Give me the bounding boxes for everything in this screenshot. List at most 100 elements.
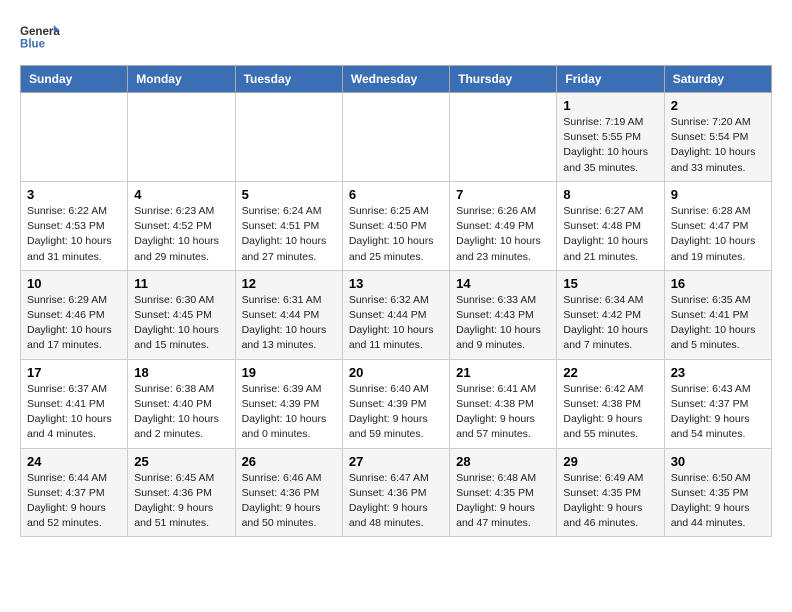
svg-text:Blue: Blue <box>20 38 46 50</box>
day-number: 29 <box>563 454 657 469</box>
day-info: Sunrise: 6:29 AM Sunset: 4:46 PM Dayligh… <box>27 293 121 354</box>
day-info: Sunrise: 6:44 AM Sunset: 4:37 PM Dayligh… <box>27 471 121 532</box>
day-info: Sunrise: 6:48 AM Sunset: 4:35 PM Dayligh… <box>456 471 550 532</box>
calendar-day-cell: 5Sunrise: 6:24 AM Sunset: 4:51 PM Daylig… <box>235 181 342 270</box>
day-info: Sunrise: 6:35 AM Sunset: 4:41 PM Dayligh… <box>671 293 765 354</box>
calendar-header-row: SundayMondayTuesdayWednesdayThursdayFrid… <box>21 66 772 93</box>
day-info: Sunrise: 6:25 AM Sunset: 4:50 PM Dayligh… <box>349 204 443 265</box>
day-number: 6 <box>349 187 443 202</box>
day-info: Sunrise: 6:26 AM Sunset: 4:49 PM Dayligh… <box>456 204 550 265</box>
day-number: 8 <box>563 187 657 202</box>
calendar-day-cell: 8 Sunrise: 6:27 AM Sunset: 4:48 PM Daylig… <box>557 181 664 270</box>
calendar-empty-cell <box>128 93 235 182</box>
day-number: 12 <box>242 276 336 291</box>
calendar-day-cell: 1 Sunrise: 7:19 AM Sunset: 5:55 PM Daylig… <box>557 93 664 182</box>
day-info: Sunrise: 6:31 AM Sunset: 4:44 PM Dayligh… <box>242 293 336 354</box>
calendar-day-cell: 10 Sunrise: 6:29 AM Sunset: 4:46 PM Dayli… <box>21 270 128 359</box>
calendar-day-cell: 3Sunrise: 6:22 AM Sunset: 4:53 PM Daylig… <box>21 181 128 270</box>
calendar-day-cell: 12 Sunrise: 6:31 AM Sunset: 4:44 PM Dayli… <box>235 270 342 359</box>
page-header: General Blue <box>20 20 772 55</box>
day-number: 7 <box>456 187 550 202</box>
day-info: Sunrise: 6:39 AM Sunset: 4:39 PM Dayligh… <box>242 382 336 443</box>
day-number: 4 <box>134 187 228 202</box>
calendar-day-cell: 21 Sunrise: 6:41 AM Sunset: 4:38 PM Dayli… <box>450 359 557 448</box>
day-info: Sunrise: 6:27 AM Sunset: 4:48 PM Dayligh… <box>563 204 657 265</box>
day-number: 24 <box>27 454 121 469</box>
day-info: Sunrise: 6:22 AM Sunset: 4:53 PM Dayligh… <box>27 204 121 265</box>
day-info: Sunrise: 6:33 AM Sunset: 4:43 PM Dayligh… <box>456 293 550 354</box>
day-info: Sunrise: 6:43 AM Sunset: 4:37 PM Dayligh… <box>671 382 765 443</box>
day-number: 25 <box>134 454 228 469</box>
calendar-day-cell: 16 Sunrise: 6:35 AM Sunset: 4:41 PM Dayli… <box>664 270 771 359</box>
day-number: 23 <box>671 365 765 380</box>
day-info: Sunrise: 6:50 AM Sunset: 4:35 PM Dayligh… <box>671 471 765 532</box>
calendar-day-cell: 6 Sunrise: 6:25 AM Sunset: 4:50 PM Daylig… <box>342 181 449 270</box>
weekday-header-saturday: Saturday <box>664 66 771 93</box>
day-number: 27 <box>349 454 443 469</box>
day-info: Sunrise: 6:32 AM Sunset: 4:44 PM Dayligh… <box>349 293 443 354</box>
calendar-week-row: 17 Sunrise: 6:37 AM Sunset: 4:41 PM Dayli… <box>21 359 772 448</box>
day-info: Sunrise: 6:38 AM Sunset: 4:40 PM Dayligh… <box>134 382 228 443</box>
day-number: 1 <box>563 98 657 113</box>
day-info: Sunrise: 6:42 AM Sunset: 4:38 PM Dayligh… <box>563 382 657 443</box>
day-number: 17 <box>27 365 121 380</box>
day-number: 22 <box>563 365 657 380</box>
day-info: Sunrise: 6:41 AM Sunset: 4:38 PM Dayligh… <box>456 382 550 443</box>
calendar-table: SundayMondayTuesdayWednesdayThursdayFrid… <box>20 65 772 537</box>
weekday-header-sunday: Sunday <box>21 66 128 93</box>
calendar-day-cell: 15 Sunrise: 6:34 AM Sunset: 4:42 PM Dayli… <box>557 270 664 359</box>
calendar-day-cell: 22 Sunrise: 6:42 AM Sunset: 4:38 PM Dayli… <box>557 359 664 448</box>
day-info: Sunrise: 7:20 AM Sunset: 5:54 PM Dayligh… <box>671 115 765 176</box>
day-number: 14 <box>456 276 550 291</box>
day-number: 30 <box>671 454 765 469</box>
day-number: 20 <box>349 365 443 380</box>
calendar-empty-cell <box>342 93 449 182</box>
calendar-day-cell: 18 Sunrise: 6:38 AM Sunset: 4:40 PM Dayli… <box>128 359 235 448</box>
calendar-day-cell: 4 Sunrise: 6:23 AM Sunset: 4:52 PM Daylig… <box>128 181 235 270</box>
weekday-header-monday: Monday <box>128 66 235 93</box>
calendar-day-cell: 25 Sunrise: 6:45 AM Sunset: 4:36 PM Dayli… <box>128 448 235 537</box>
day-number: 15 <box>563 276 657 291</box>
calendar-week-row: 24 Sunrise: 6:44 AM Sunset: 4:37 PM Dayli… <box>21 448 772 537</box>
calendar-day-cell: 27 Sunrise: 6:47 AM Sunset: 4:36 PM Dayli… <box>342 448 449 537</box>
day-number: 16 <box>671 276 765 291</box>
calendar-day-cell: 29Sunrise: 6:49 AM Sunset: 4:35 PM Dayli… <box>557 448 664 537</box>
day-info: Sunrise: 6:23 AM Sunset: 4:52 PM Dayligh… <box>134 204 228 265</box>
day-number: 13 <box>349 276 443 291</box>
day-info: Sunrise: 6:47 AM Sunset: 4:36 PM Dayligh… <box>349 471 443 532</box>
calendar-day-cell: 26 Sunrise: 6:46 AM Sunset: 4:36 PM Dayli… <box>235 448 342 537</box>
day-info: Sunrise: 6:37 AM Sunset: 4:41 PM Dayligh… <box>27 382 121 443</box>
day-info: Sunrise: 6:46 AM Sunset: 4:36 PM Dayligh… <box>242 471 336 532</box>
calendar-day-cell: 17 Sunrise: 6:37 AM Sunset: 4:41 PM Dayli… <box>21 359 128 448</box>
day-number: 18 <box>134 365 228 380</box>
day-number: 11 <box>134 276 228 291</box>
day-info: Sunrise: 7:19 AM Sunset: 5:55 PM Dayligh… <box>563 115 657 176</box>
day-number: 19 <box>242 365 336 380</box>
weekday-header-thursday: Thursday <box>450 66 557 93</box>
day-info: Sunrise: 6:24 AM Sunset: 4:51 PM Dayligh… <box>242 204 336 265</box>
day-number: 9 <box>671 187 765 202</box>
calendar-day-cell: 11Sunrise: 6:30 AM Sunset: 4:45 PM Dayli… <box>128 270 235 359</box>
day-info: Sunrise: 6:34 AM Sunset: 4:42 PM Dayligh… <box>563 293 657 354</box>
calendar-week-row: 10 Sunrise: 6:29 AM Sunset: 4:46 PM Dayli… <box>21 270 772 359</box>
day-info: Sunrise: 6:45 AM Sunset: 4:36 PM Dayligh… <box>134 471 228 532</box>
day-number: 10 <box>27 276 121 291</box>
calendar-day-cell: 19 Sunrise: 6:39 AM Sunset: 4:39 PM Dayli… <box>235 359 342 448</box>
calendar-day-cell: 30 Sunrise: 6:50 AM Sunset: 4:35 PM Dayli… <box>664 448 771 537</box>
calendar-day-cell: 20 Sunrise: 6:40 AM Sunset: 4:39 PM Dayli… <box>342 359 449 448</box>
day-number: 26 <box>242 454 336 469</box>
calendar-day-cell: 28 Sunrise: 6:48 AM Sunset: 4:35 PM Dayli… <box>450 448 557 537</box>
day-info: Sunrise: 6:28 AM Sunset: 4:47 PM Dayligh… <box>671 204 765 265</box>
weekday-header-tuesday: Tuesday <box>235 66 342 93</box>
day-info: Sunrise: 6:40 AM Sunset: 4:39 PM Dayligh… <box>349 382 443 443</box>
calendar-day-cell: 23 Sunrise: 6:43 AM Sunset: 4:37 PM Dayli… <box>664 359 771 448</box>
day-number: 2 <box>671 98 765 113</box>
calendar-empty-cell <box>21 93 128 182</box>
calendar-day-cell: 2 Sunrise: 7:20 AM Sunset: 5:54 PM Daylig… <box>664 93 771 182</box>
calendar-day-cell: 7 Sunrise: 6:26 AM Sunset: 4:49 PM Daylig… <box>450 181 557 270</box>
calendar-week-row: 3Sunrise: 6:22 AM Sunset: 4:53 PM Daylig… <box>21 181 772 270</box>
calendar-day-cell: 14 Sunrise: 6:33 AM Sunset: 4:43 PM Dayli… <box>450 270 557 359</box>
day-number: 28 <box>456 454 550 469</box>
logo: General Blue <box>20 20 60 55</box>
day-number: 21 <box>456 365 550 380</box>
